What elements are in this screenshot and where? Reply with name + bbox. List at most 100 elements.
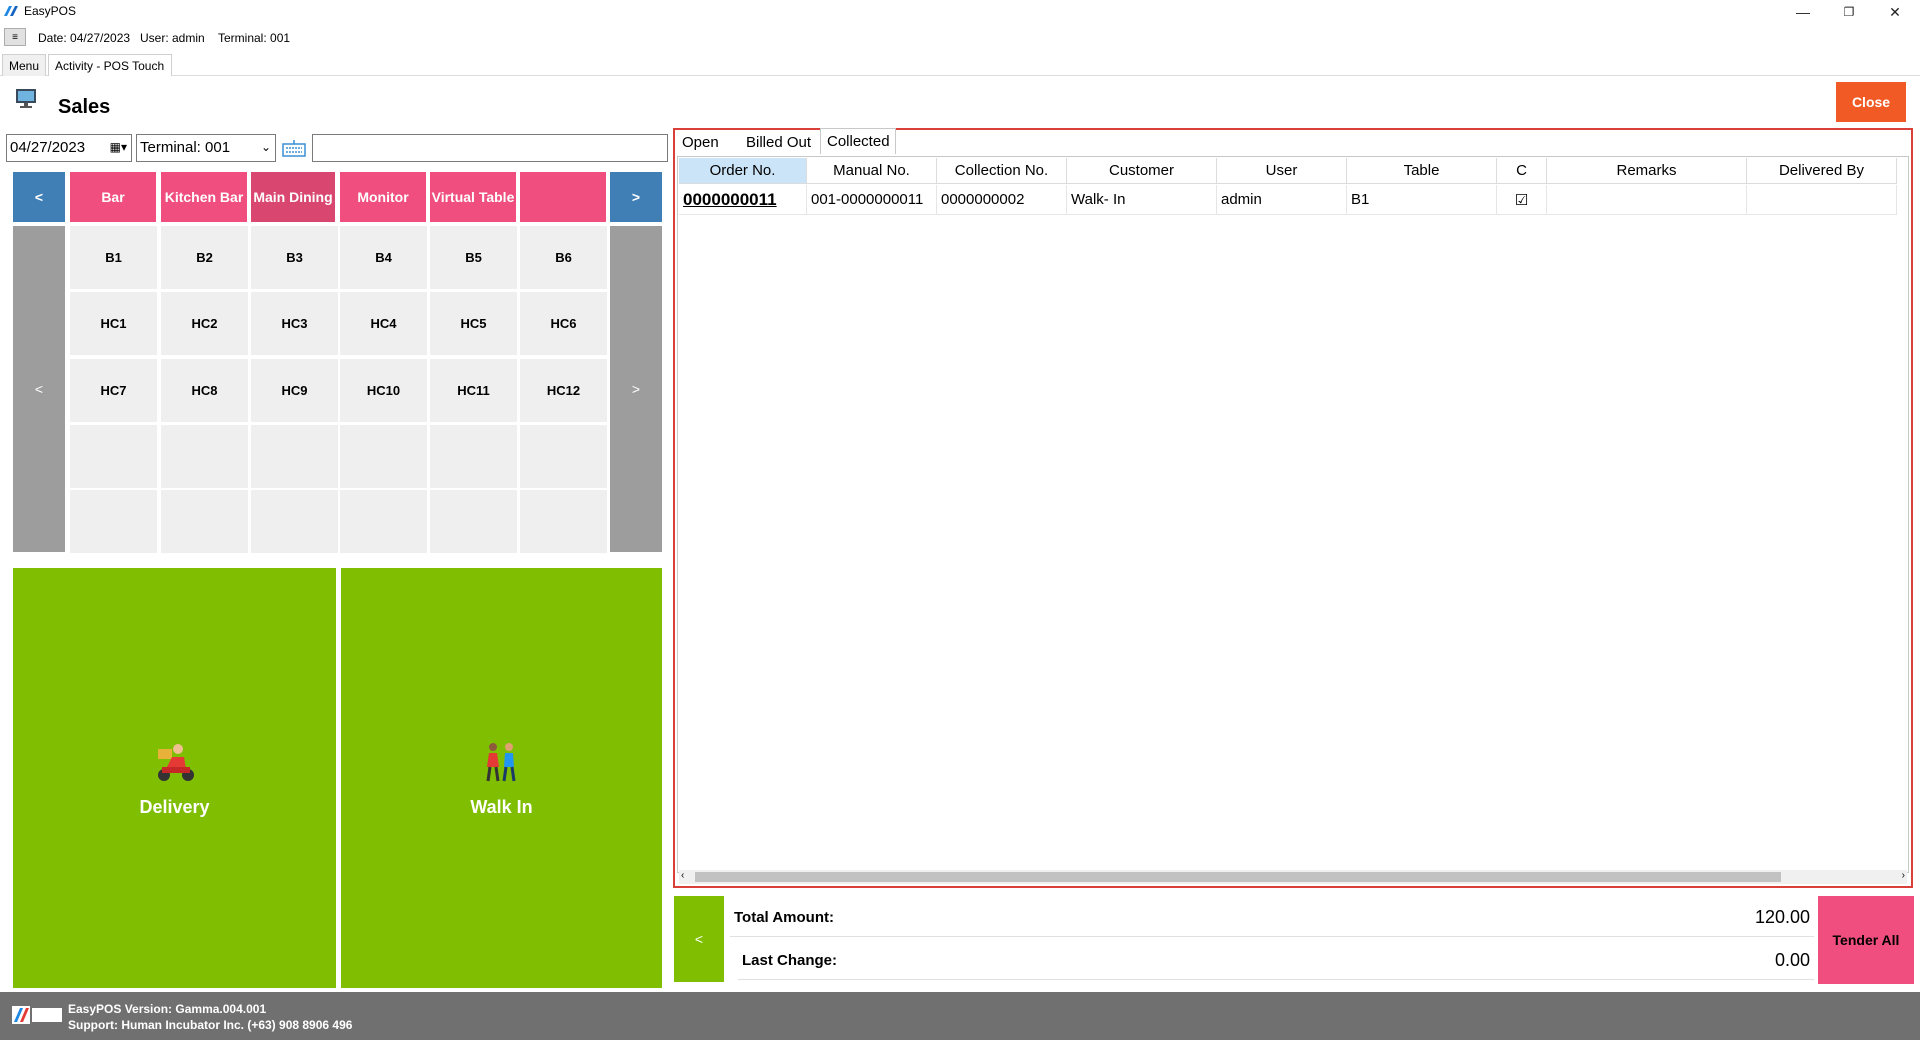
category-empty[interactable] [520,172,606,222]
col-customer[interactable]: Customer [1067,158,1217,184]
table-button[interactable] [251,425,338,488]
table-button[interactable]: HC6 [520,292,607,355]
category-main-dining[interactable]: Main Dining [251,172,335,222]
tender-all-button[interactable]: Tender All [1818,896,1914,984]
tab-activity-pos-touch[interactable]: Activity - POS Touch [48,54,172,76]
table-button[interactable]: B5 [430,226,517,289]
walk-in-button[interactable]: Walk In [341,568,662,988]
terminal-select[interactable]: Terminal: 001 ⌄ [136,134,276,162]
delivery-scooter-icon [157,743,194,781]
restore-icon: ❐ [1843,5,1855,19]
table-button[interactable]: HC11 [430,359,517,422]
total-amount-label: Total Amount: [734,909,834,926]
table-button[interactable] [430,490,517,553]
table-button[interactable] [520,425,607,488]
table-button[interactable] [161,490,248,553]
table-button[interactable]: HC3 [251,292,338,355]
cell-customer: Walk- In [1067,185,1217,215]
col-remarks[interactable]: Remarks [1547,158,1747,184]
subtab-open[interactable]: Open [676,130,740,154]
keyboard-icon[interactable] [282,139,306,157]
title-bar: EasyPOS — ❐ ✕ [0,0,1920,24]
table-button[interactable]: HC10 [340,359,427,422]
col-delivered-by[interactable]: Delivered By [1747,158,1897,184]
date-picker[interactable]: 04/27/2023 ▦▾ [6,134,132,162]
tab-menu[interactable]: Menu [2,54,46,76]
table-button[interactable] [251,490,338,553]
table-button[interactable]: HC2 [161,292,248,355]
table-page-prev-button[interactable]: < [13,226,65,552]
info-terminal: Terminal: 001 [218,31,291,45]
info-user: User: admin [140,31,205,45]
info-date: Date: 04/27/2023 [38,31,131,45]
category-prev-button[interactable]: < [13,172,65,222]
date-value: 04/27/2023 [10,139,86,156]
cell-order-no[interactable]: 0000000011 [679,185,807,215]
back-button[interactable]: < [674,896,724,982]
col-user[interactable]: User [1217,158,1347,184]
scroll-right-icon[interactable]: › [1902,870,1905,881]
window-title: EasyPOS [24,4,77,18]
calendar-icon: ▦▾ [109,140,127,154]
terminal-value: Terminal: 001 [140,139,231,156]
table-button[interactable]: HC8 [161,359,248,422]
table-button[interactable] [70,425,157,488]
table-button[interactable]: HC12 [520,359,607,422]
table-button[interactable]: HC5 [430,292,517,355]
table-button[interactable] [161,425,248,488]
horizontal-scrollbar[interactable]: ‹ › [679,870,1907,884]
table-button[interactable]: B3 [251,226,338,289]
cell-collected-checkbox[interactable]: ☑ [1497,185,1547,215]
delivery-label: Delivery [139,796,210,817]
close-button[interactable]: Close [1836,82,1906,122]
col-order-no[interactable]: Order No. [679,158,807,184]
human-incubator-logo-icon [12,1006,62,1024]
table-button[interactable]: HC7 [70,359,157,422]
table-button[interactable]: B4 [340,226,427,289]
category-bar[interactable]: Bar [70,172,156,222]
restore-button[interactable]: ❐ [1826,0,1872,24]
table-button[interactable]: B2 [161,226,248,289]
minimize-button[interactable]: — [1780,0,1826,24]
table-button[interactable]: B6 [520,226,607,289]
menu-toggle-button[interactable]: ≡ [4,28,26,46]
table-button[interactable] [520,490,607,553]
search-input[interactable] [312,134,668,162]
table-button[interactable]: HC4 [340,292,427,355]
footer: EasyPOS Version: Gamma.004.001 Support: … [0,992,1920,1040]
scroll-left-icon[interactable]: ‹ [681,870,684,881]
table-button[interactable] [340,490,427,553]
cell-table: B1 [1347,185,1497,215]
footer-version: EasyPOS Version: Gamma.004.001 [68,1002,267,1016]
close-icon: ✕ [1889,3,1901,20]
table-button[interactable] [430,425,517,488]
col-collected[interactable]: C [1497,158,1547,184]
footer-support: Support: Human Incubator Inc. (+63) 908 … [68,1018,353,1032]
category-kitchen-bar[interactable]: Kitchen Bar [161,172,247,222]
cell-collection-no: 0000000002 [937,185,1067,215]
category-monitor[interactable]: Monitor [340,172,426,222]
window-close-button[interactable]: ✕ [1872,0,1918,24]
col-collection-no[interactable]: Collection No. [937,158,1067,184]
category-virtual-table[interactable]: Virtual Table [430,172,516,222]
category-next-button[interactable]: > [610,172,662,222]
cell-delivered-by [1747,185,1897,215]
delivery-button[interactable]: Delivery [13,568,336,988]
tab-strip: Menu Activity - POS Touch [0,54,1920,76]
subtab-collected[interactable]: Collected [820,128,896,154]
info-bar: ≡ Date: 04/27/2023 User: admin Terminal:… [0,24,1920,50]
table-button[interactable]: HC1 [70,292,157,355]
subtab-billed-out[interactable]: Billed Out [740,130,822,154]
col-manual-no[interactable]: Manual No. [807,158,937,184]
monitor-icon [16,89,36,108]
walk-in-label: Walk In [470,796,533,817]
table-button[interactable]: HC9 [251,359,338,422]
col-table[interactable]: Table [1347,158,1497,184]
table-button[interactable] [340,425,427,488]
cell-remarks [1547,185,1747,215]
scrollbar-thumb[interactable] [695,872,1781,882]
table-page-next-button[interactable]: > [610,226,662,552]
table-button[interactable]: B1 [70,226,157,289]
last-change-label: Last Change: [742,952,838,969]
table-button[interactable] [70,490,157,553]
